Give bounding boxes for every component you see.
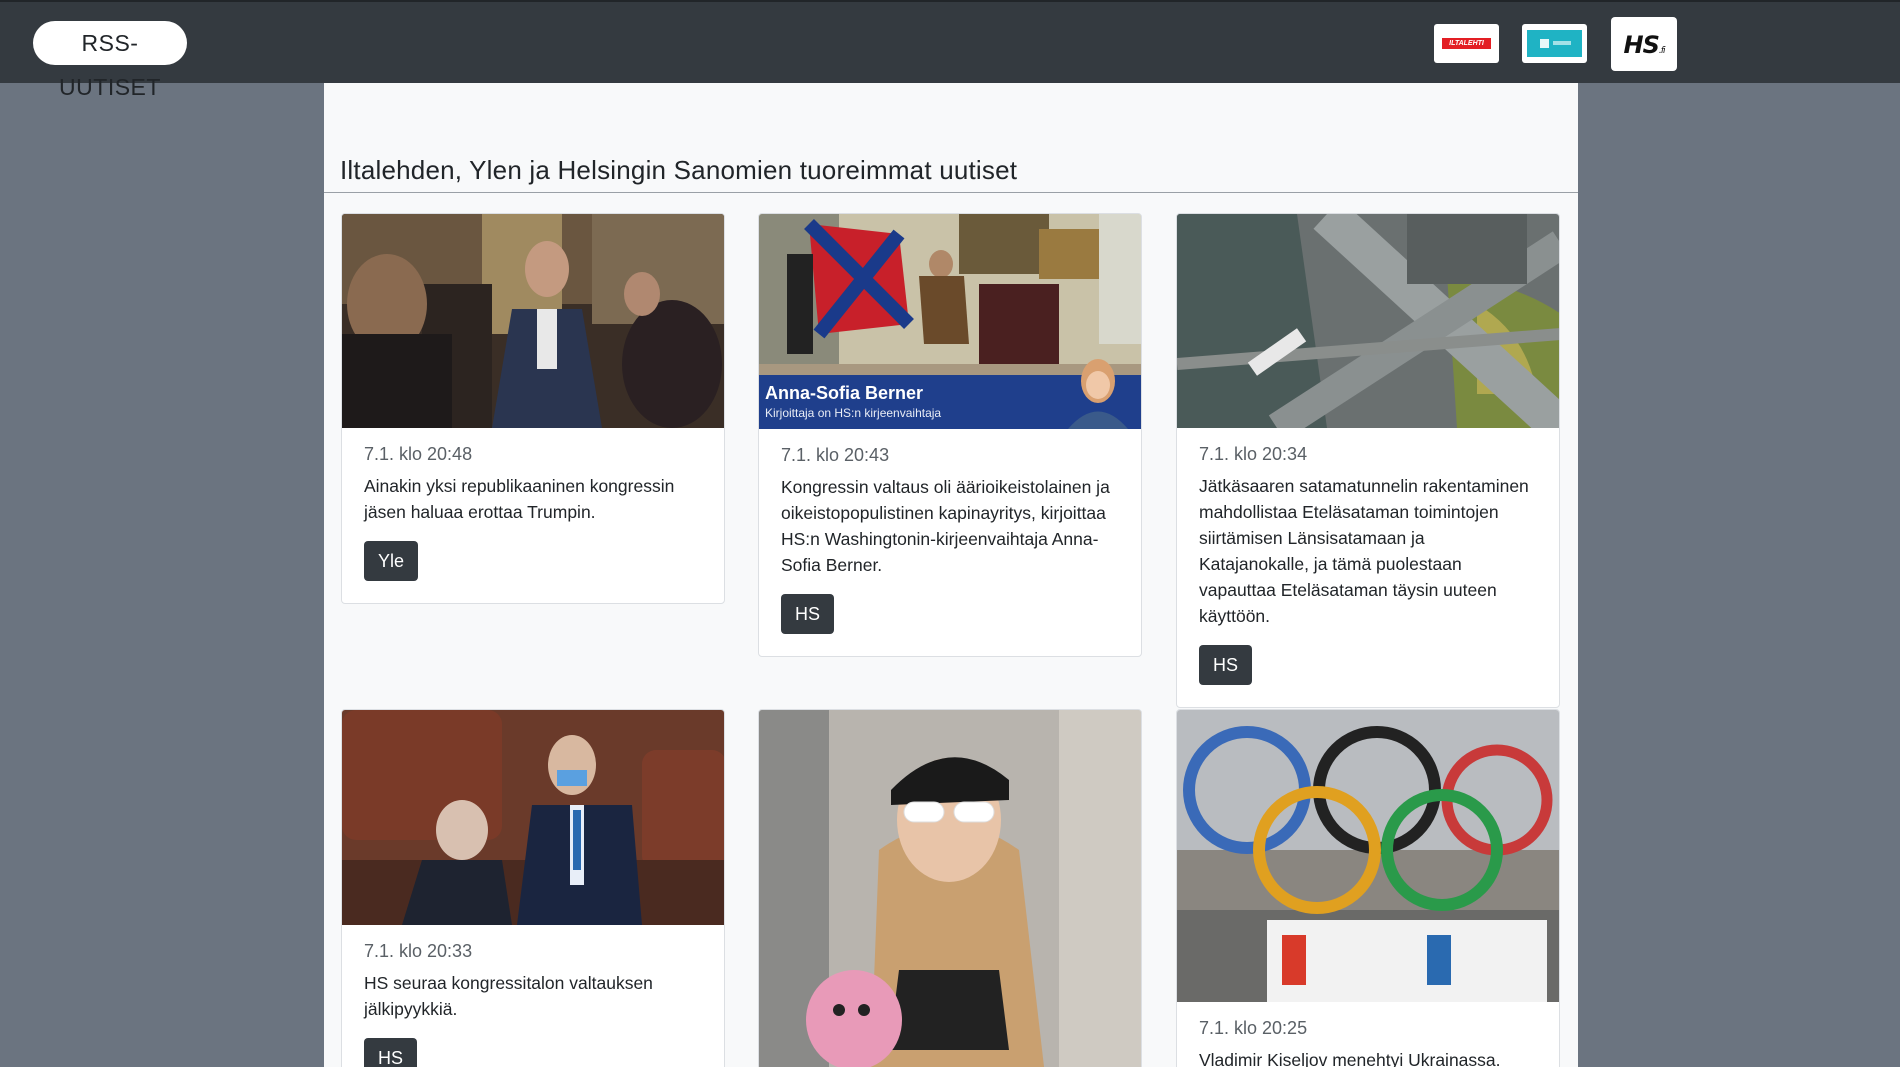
navbar: RSS-UUTISET ILTALEHTI HS.fi bbox=[0, 0, 1900, 100]
olympic-rings-photo[interactable] bbox=[1177, 710, 1559, 1002]
harbor-aerial-photo[interactable] bbox=[1177, 214, 1559, 428]
celebrity-photo[interactable] bbox=[759, 710, 1141, 1067]
article-summary[interactable]: HS seuraa kongressitalon valtauksen jälk… bbox=[364, 970, 702, 1022]
author-name: Anna-Sofia Berner bbox=[765, 383, 924, 403]
source-button-hs[interactable]: HS bbox=[1199, 645, 1253, 685]
article-date: 7.1. klo 20:43 bbox=[781, 445, 890, 465]
news-card: 7.1. klo 20:34 Jätkäsaaren satamatunneli… bbox=[1176, 213, 1560, 708]
article-summary[interactable]: Kongressin valtaus oli äärioikeistolaine… bbox=[781, 474, 1119, 578]
article-date: 7.1. klo 20:33 bbox=[364, 941, 473, 961]
source-button-yle[interactable]: Yle bbox=[364, 541, 419, 581]
article-date: 7.1. klo 20:34 bbox=[1199, 444, 1308, 464]
iltalehti-logo-link[interactable]: ILTALEHTI bbox=[1434, 24, 1499, 63]
capitol-hallway-photo[interactable] bbox=[342, 214, 724, 428]
capitol-flag-photo[interactable]: Anna-Sofia Berner Kirjoittaja on HS:n ki… bbox=[759, 214, 1141, 429]
iltalehti-logo-icon: ILTALEHTI bbox=[1442, 38, 1491, 49]
news-card bbox=[758, 709, 1142, 1067]
brand-button[interactable]: RSS-UUTISET bbox=[33, 21, 187, 100]
author-subtitle: Kirjoittaja on HS:n kirjeenvaihtaja bbox=[765, 406, 942, 420]
author-banner: Anna-Sofia Berner Kirjoittaja on HS:n ki… bbox=[759, 359, 1141, 429]
main-container: Iltalehden, Ylen ja Helsingin Sanomien t… bbox=[324, 83, 1578, 1067]
page-title: Iltalehden, Ylen ja Helsingin Sanomien t… bbox=[340, 155, 1018, 185]
news-card: 7.1. klo 20:48 Ainakin yksi republikaani… bbox=[341, 213, 725, 604]
article-summary[interactable]: Vladimir Kiseljov menehtyi Ukrainassa. bbox=[1199, 1047, 1537, 1067]
yle-logo-icon bbox=[1527, 30, 1582, 57]
article-summary[interactable]: Ainakin yksi republikaaninen kongressin … bbox=[364, 473, 702, 525]
article-date: 7.1. klo 20:25 bbox=[1199, 1018, 1308, 1038]
hs-logo-icon: HS.fi bbox=[1623, 31, 1666, 59]
source-button-hs[interactable]: HS bbox=[364, 1038, 418, 1067]
title-divider bbox=[324, 192, 1578, 193]
yle-logo-link[interactable] bbox=[1522, 24, 1587, 63]
author-portrait-icon bbox=[1068, 359, 1128, 429]
article-summary[interactable]: Jätkäsaaren satamatunnelin rakentaminen … bbox=[1199, 473, 1537, 629]
article-date: 7.1. klo 20:48 bbox=[364, 444, 473, 464]
news-card: 7.1. klo 20:33 HS seuraa kongressitalon … bbox=[341, 709, 725, 1067]
news-card: Anna-Sofia Berner Kirjoittaja on HS:n ki… bbox=[758, 213, 1142, 657]
source-button-hs[interactable]: HS bbox=[781, 594, 835, 634]
hs-logo-link[interactable]: HS.fi bbox=[1611, 17, 1677, 71]
news-card: 7.1. klo 20:25 Vladimir Kiseljov menehty… bbox=[1176, 709, 1560, 1067]
senate-chamber-photo[interactable] bbox=[342, 710, 724, 925]
